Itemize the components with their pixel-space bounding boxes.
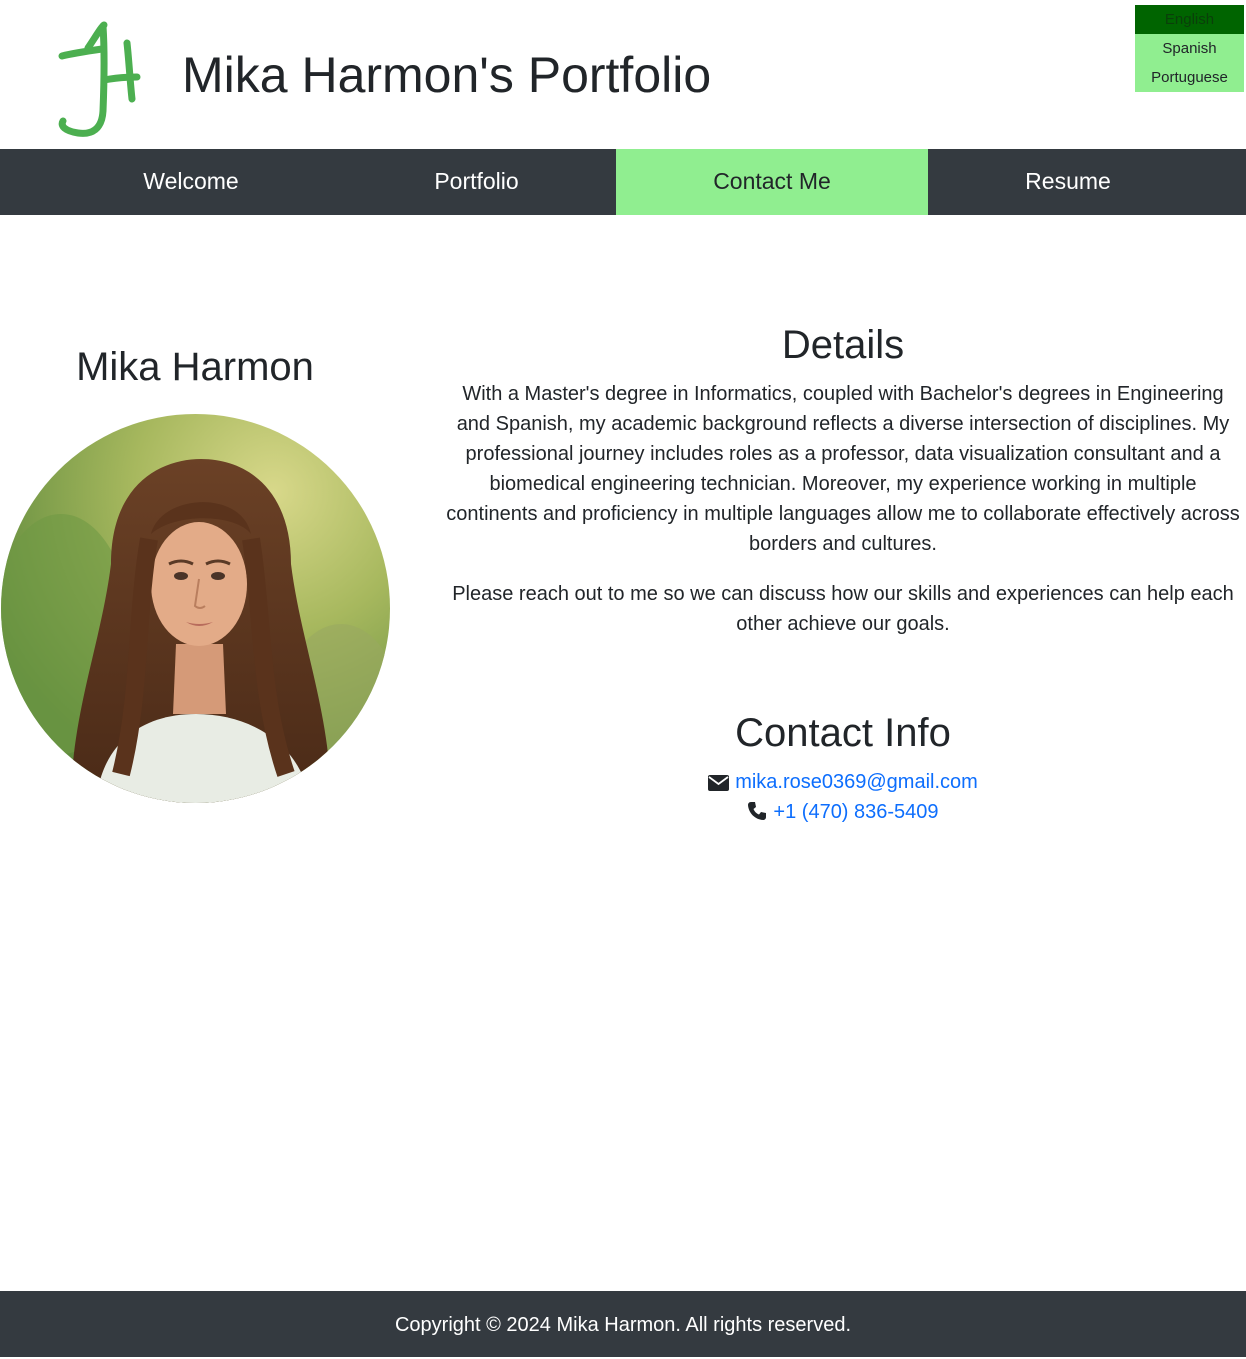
details-paragraph-background: With a Master's degree in Informatics, c… (446, 383, 1240, 555)
language-option-spanish[interactable]: Spanish (1135, 34, 1244, 63)
language-option-portuguese[interactable]: Portuguese (1135, 63, 1244, 92)
phone-icon (748, 802, 767, 820)
copyright-text: Copyright © 2024 Mika Harmon. All rights… (394, 1314, 852, 1336)
nav-item-portfolio[interactable]: Portfolio (337, 149, 616, 215)
main-navbar: Welcome Portfolio Contact Me Resume (0, 149, 1246, 215)
jh-monogram-logo (58, 21, 141, 137)
site-title: Mika Harmon's Portfolio (182, 47, 712, 103)
nav-item-contact-me[interactable]: Contact Me (616, 149, 928, 215)
contact-email-row: mika.rose0369@gmail.com (440, 767, 1246, 797)
language-switcher[interactable]: English Spanish Portuguese (1135, 5, 1244, 92)
contact-phone-row: +1 (470) 836-5409 (440, 797, 1246, 827)
profile-name: Mika Harmon (76, 345, 314, 389)
contact-info-heading: Contact Info (735, 711, 951, 755)
email-link[interactable]: mika.rose0369@gmail.com (735, 771, 978, 793)
details-paragraph-reach-out: Please reach out to me so we can discuss… (452, 583, 1234, 635)
phone-link[interactable]: +1 (470) 836-5409 (773, 801, 938, 823)
details-heading: Details (781, 323, 905, 367)
site-header: Mika Harmon's Portfolio English Spanish … (0, 0, 1246, 149)
profile-photo (1, 414, 390, 803)
site-footer: Copyright © 2024 Mika Harmon. All rights… (0, 1291, 1246, 1357)
language-option-english[interactable]: English (1135, 5, 1244, 34)
nav-item-resume[interactable]: Resume (928, 149, 1208, 215)
envelope-icon (708, 775, 730, 791)
nav-item-welcome[interactable]: Welcome (45, 149, 337, 215)
